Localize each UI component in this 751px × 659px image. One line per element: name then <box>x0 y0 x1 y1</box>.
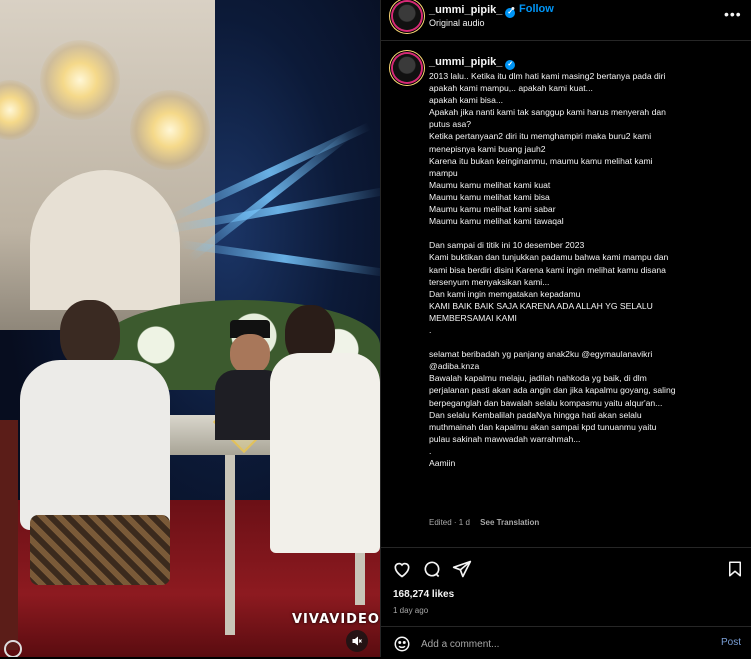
caption-line: Maumu kamu melihat kami sabar <box>429 204 556 215</box>
caption-line: KAMI BAIK BAIK SAJA KARENA ADA ALLAH YG … <box>429 300 653 311</box>
post-comment-button[interactable]: Post <box>721 637 741 648</box>
caption-line: . <box>429 445 432 456</box>
caption-line: tersenyum menyaksikan kami... <box>429 276 550 287</box>
see-translation-link[interactable]: See Translation <box>480 518 539 527</box>
caption-line: muthmainah dan kapalmu akan sampai kpd t… <box>429 421 657 432</box>
caption-meta: Edited · 1 d See Translation <box>429 518 539 527</box>
caption-username[interactable]: _ummi_pipik_ ✓ <box>429 56 516 70</box>
groom-figure <box>10 300 180 630</box>
caption-line: Karena itu bukan keinginanmu, maumu kamu… <box>429 155 653 166</box>
caption-line: apakah kami bisa... <box>429 95 504 106</box>
caption-text: 2013 lalu.. Ketika itu dlm hati kami mas… <box>429 70 741 469</box>
caption-trailing-dot: . <box>509 55 513 67</box>
chandelier <box>130 90 210 170</box>
caption-line: MEMBERSAMAI KAMI <box>429 312 517 323</box>
author-username[interactable]: _ummi_pipik_ ✓ <box>429 4 516 18</box>
post-header: _ummi_pipik_ ✓ • Follow Original audio ••… <box>381 0 751 41</box>
backdrop-arch <box>30 170 180 310</box>
caption-line: Ketika pertanyaan2 diri itu memghampiri … <box>429 131 652 142</box>
comment-input[interactable] <box>421 637 691 651</box>
heart-icon[interactable] <box>391 558 413 580</box>
caption-line: mampu <box>429 167 458 178</box>
bookmark-icon[interactable] <box>724 558 746 580</box>
caption-line: Bawalah kapalmu melaju, jadilah nahkoda … <box>429 373 647 384</box>
share-icon[interactable] <box>451 558 473 580</box>
speaker-muted-icon[interactable] <box>346 630 368 652</box>
post-actions: 168,274 likes 1 day ago Post <box>381 547 751 658</box>
likes-count[interactable]: 168,274 likes <box>393 589 454 600</box>
caption-line: perjalanan pasti akan ada angin dan jika… <box>429 385 676 396</box>
caption-line: Aamiin <box>429 458 456 468</box>
comment-icon[interactable] <box>421 558 443 580</box>
caption-line: Kami buktikan dan tunjukkan padamu bahwa… <box>429 252 669 263</box>
audio-label[interactable]: Original audio <box>429 18 485 28</box>
post-video[interactable]: VIVAVIDEO <box>0 0 380 657</box>
caption-line: @adiba.knza <box>429 361 480 372</box>
more-options-icon[interactable]: ••• <box>724 6 742 22</box>
caption-line: Dan kami ingin memgatakan kepadamu <box>429 288 581 299</box>
post-details-panel: _ummi_pipik_ ✓ • Follow Original audio ••… <box>380 0 751 657</box>
emoji-icon[interactable] <box>391 633 413 655</box>
caption-line: Dan sampai di titik ini 10 desember 2023 <box>429 240 585 251</box>
caption-line: Dan selalu Kembalilah padaNya hingga hat… <box>429 409 642 420</box>
header-separator: • <box>511 3 515 15</box>
edited-time: Edited · 1 d <box>429 518 470 527</box>
caption-line: Apakah jika nanti kami tak sanggup kami … <box>429 107 666 118</box>
video-corner-indicator <box>4 640 22 657</box>
caption-line: menepisnya kami buang jauh2 <box>429 143 546 154</box>
caption-line: Maumu kamu melihat kami bisa <box>429 191 550 202</box>
follow-button[interactable]: Follow <box>519 3 554 15</box>
caption-line: Maumu kamu melihat kami tawaqal <box>429 216 564 227</box>
caption-section: _ummi_pipik_ ✓ . 2013 lalu.. Ketika itu d… <box>381 41 751 547</box>
instagram-post-view: VIVAVIDEO _ummi_pipik_ ✓ • Follow Origina… <box>0 0 751 657</box>
chandelier <box>40 40 120 120</box>
caption-line: selamat beribadah yg panjang anak2ku @eg… <box>429 349 653 360</box>
caption-line: Maumu kamu melihat kami kuat <box>429 179 551 190</box>
post-time-ago: 1 day ago <box>393 606 429 615</box>
caption-author-avatar[interactable] <box>393 54 421 82</box>
caption-line: berpeganglah dan bawalah selalu kompasmu… <box>429 397 663 408</box>
caption-line: 2013 lalu.. Ketika itu dlm hati kami mas… <box>429 71 666 81</box>
table-leg <box>225 455 235 635</box>
comment-bar: Post <box>381 626 751 659</box>
caption-line: putus asa? <box>429 119 472 130</box>
author-avatar[interactable] <box>393 2 421 30</box>
watermark-text: VIVAVIDEO <box>292 612 380 627</box>
caption-line: kami bisa berdiri disini Karena kami ing… <box>429 264 666 275</box>
caption-line: pulau sakinah mawwadah warrahmah... <box>429 433 581 444</box>
father-figure <box>270 305 380 605</box>
caption-line: apakah kami mampu,.. apakah kami kuat... <box>429 83 593 94</box>
caption-line: . <box>429 324 432 335</box>
